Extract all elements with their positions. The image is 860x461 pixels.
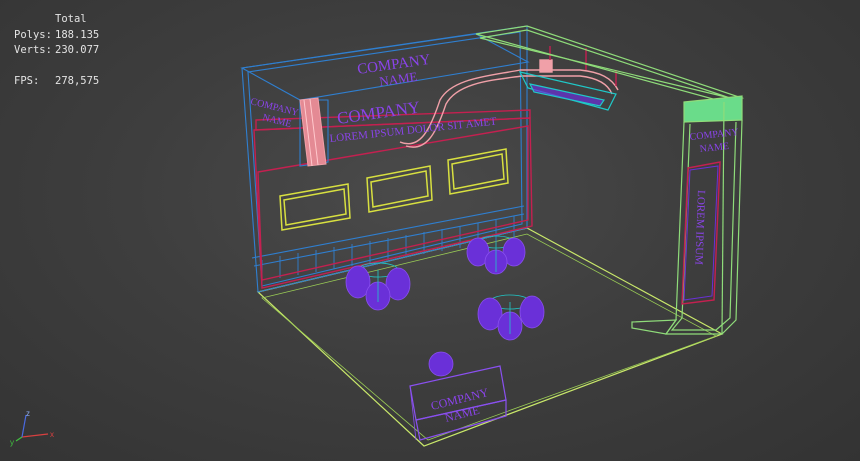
vertical-sign-text: LOREM IPSUM — [692, 190, 707, 265]
z-axis-label: z — [26, 409, 30, 418]
right-wall — [475, 25, 745, 335]
3d-viewport[interactable]: Total Polys: 188.135 Verts: 230.077 FPS:… — [0, 0, 860, 461]
y-axis-label: y — [10, 438, 14, 447]
y-axis-line — [15, 436, 23, 442]
x-axis-label: x — [50, 430, 54, 439]
booth-texts: COMPANY NAME COMPANY LOREM IPSUM DOLOR S… — [249, 52, 739, 425]
pink-panel — [299, 97, 327, 167]
x-axis-line — [21, 433, 49, 438]
z-axis-line — [21, 414, 27, 438]
header-box — [240, 33, 530, 167]
table-set-front — [477, 294, 545, 341]
exhibition-booth-wireframe[interactable]: COMPANY NAME COMPANY LOREM IPSUM DOLOR S… — [0, 0, 860, 461]
axis-gizmo: x y z — [10, 409, 54, 447]
table-set-left — [345, 262, 411, 311]
ceiling-fixture — [518, 71, 617, 111]
right-panel-line2: NAME — [699, 141, 729, 155]
right-panel-line1: COMPANY — [689, 127, 739, 143]
